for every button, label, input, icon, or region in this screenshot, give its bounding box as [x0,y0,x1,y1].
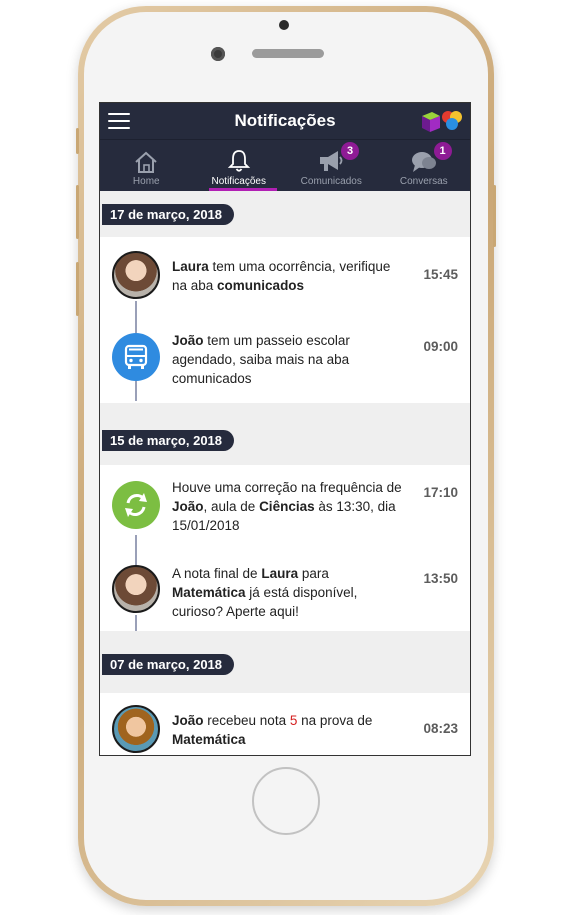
tab-bar: Home Notificações 3 Comunicados 1 Conver… [100,139,470,191]
notification-item[interactable]: Laura tem uma ocorrência, verifique na a… [100,251,470,299]
bus-icon [112,333,160,381]
notification-group: Laura tem uma ocorrência, verifique na a… [100,237,470,403]
conversas-badge: 1 [433,142,452,160]
notification-group: Houve uma correção na frequência de João… [100,465,470,631]
app-screen: Notificações Home Notificações 3 Comunic… [99,102,471,756]
volume-up-button [76,185,79,239]
timeline-connector [135,535,137,565]
notification-time: 15:45 [423,267,458,282]
proximity-sensor [279,20,289,30]
notification-time: 13:50 [423,571,458,586]
page-title: Notificações [234,111,336,130]
comunicados-badge: 3 [341,142,359,160]
student-avatar [112,705,160,753]
notification-text: Houve uma correção na frequência de João… [172,480,402,533]
notification-text: João tem um passeio escolar agendado, sa… [172,333,350,386]
notification-text: A nota final de Laura para Matemática já… [172,566,358,619]
home-button[interactable] [252,767,320,835]
notification-feed: 17 de março, 2018 Laura tem uma ocorrênc… [100,191,470,755]
app-logo-cubes-icon [422,111,462,132]
date-label: 07 de março, 2018 [102,654,235,675]
timeline-connector [135,301,137,333]
notification-time: 17:10 [423,485,458,500]
power-button [493,185,496,247]
student-avatar [112,251,160,299]
notification-item[interactable]: João tem um passeio escolar agendado, sa… [100,333,470,388]
date-label: 17 de março, 2018 [102,204,235,225]
notification-time: 09:00 [423,339,458,354]
tab-comunicados-label: Comunicados [300,176,362,187]
home-icon [135,151,157,173]
front-camera [211,47,225,61]
tab-conversas[interactable]: 1 Conversas [378,140,471,191]
tab-notificacoes-label: Notificações [211,176,266,187]
date-header: 15 de março, 2018 [100,403,470,465]
tab-home-label: Home [132,176,160,187]
sync-icon [112,481,160,529]
student-avatar [112,565,160,613]
notification-item[interactable]: Houve uma correção na frequência de João… [100,480,470,535]
notification-item[interactable]: João recebeu nota 5 na prova de Matemáti… [100,705,470,753]
bell-icon [227,150,250,172]
earpiece-speaker [252,49,324,58]
mute-switch [76,128,79,154]
date-header: 17 de março, 2018 [100,191,470,237]
date-header: 07 de março, 2018 [100,631,470,693]
date-label: 15 de março, 2018 [102,430,235,451]
top-bar: Notificações [100,103,470,139]
notification-text: João recebeu nota 5 na prova de Matemáti… [172,713,373,747]
notification-group: João recebeu nota 5 na prova de Matemáti… [100,693,470,755]
volume-down-button [76,262,79,316]
tab-comunicados[interactable]: 3 Comunicados [285,140,378,191]
notification-item[interactable]: A nota final de Laura para Matemática já… [100,565,470,621]
notification-text: Laura tem uma ocorrência, verifique na a… [172,259,391,293]
hamburger-menu-icon[interactable] [108,113,130,129]
tab-notificacoes[interactable]: Notificações [193,140,286,191]
tab-home[interactable]: Home [100,140,193,191]
tab-conversas-label: Conversas [399,176,448,187]
notification-time: 08:23 [423,721,458,736]
